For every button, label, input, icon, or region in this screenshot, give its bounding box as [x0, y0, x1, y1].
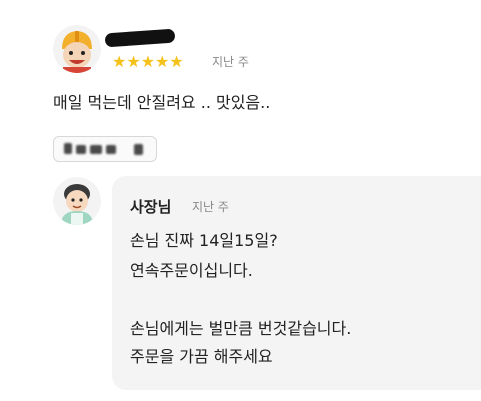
reply-line: 손님에게는 벌만큼 번것같습니다.: [130, 319, 352, 338]
ordered-menu-tags[interactable]: [53, 136, 157, 162]
blurred-tag-part: [76, 145, 86, 154]
reply-line: 손님 진짜 14일15일?: [130, 231, 278, 250]
owner-label: 사장님: [130, 198, 172, 216]
review-time: 지난 주: [212, 55, 249, 69]
reviewer-name-redacted: [104, 28, 176, 48]
reply-line: 주문을 가끔 해주세요: [130, 347, 273, 366]
reply-time: 지난 주: [192, 200, 229, 214]
blurred-tag-part: [134, 144, 143, 155]
rating-stars: ★★★★★: [112, 52, 184, 71]
owner-avatar[interactable]: [53, 177, 101, 225]
reply-line: 연속주문이십니다.: [130, 261, 253, 280]
blurred-tag-part: [106, 145, 116, 154]
review-text: 매일 먹는데 안질려요 .. 맛있음..: [53, 93, 271, 112]
blurred-tag-part: [90, 145, 102, 154]
owner-character-avatar-icon: [61, 184, 93, 225]
tag-icon: [64, 143, 72, 154]
user-character-avatar-icon: [62, 31, 92, 73]
reviewer-avatar[interactable]: [53, 25, 101, 73]
